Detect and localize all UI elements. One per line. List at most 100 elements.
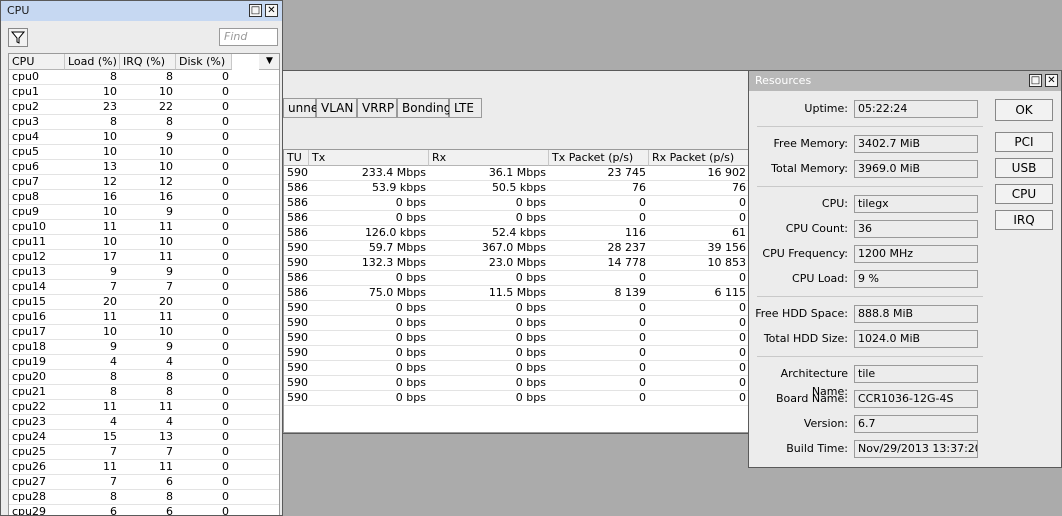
cpu-button[interactable]: CPU <box>995 184 1053 204</box>
table-row[interactable]: 586 126.0 kbps 52.4 kbps 116 61 <box>284 226 748 241</box>
table-cell: 0 <box>739 196 746 209</box>
ok-button[interactable]: OK <box>995 99 1053 121</box>
table-cell: 11 <box>103 460 117 473</box>
table-row[interactable]: cpu3 8 8 0 <box>9 115 279 130</box>
table-row[interactable]: 586 75.0 Mbps 11.5 Mbps 8 139 6 115 <box>284 286 748 301</box>
table-row[interactable]: cpu16 11 11 0 <box>9 310 279 325</box>
tab-vrrp[interactable]: VRRP <box>357 98 397 118</box>
table-row[interactable]: cpu21 8 8 0 <box>9 385 279 400</box>
table-cell: 6 115 <box>714 286 747 299</box>
table-row[interactable]: cpu26 11 11 0 <box>9 460 279 475</box>
column-header[interactable]: Disk (%) <box>176 54 232 70</box>
resources-window-titlebar[interactable]: Resources □ ✕ <box>749 71 1061 91</box>
table-row[interactable]: 590 0 bps 0 bps 0 0 <box>284 331 748 346</box>
table-row[interactable]: 590 0 bps 0 bps 0 0 <box>284 346 748 361</box>
table-row[interactable]: cpu15 20 20 0 <box>9 295 279 310</box>
column-menu-icon[interactable]: ▼ <box>259 54 279 70</box>
table-row[interactable]: cpu27 7 6 0 <box>9 475 279 490</box>
maximize-button[interactable]: □ <box>249 4 262 17</box>
table-row[interactable]: cpu14 7 7 0 <box>9 280 279 295</box>
table-row[interactable]: cpu13 9 9 0 <box>9 265 279 280</box>
table-row[interactable]: cpu19 4 4 0 <box>9 355 279 370</box>
close-button[interactable]: ✕ <box>1045 74 1058 87</box>
table-cell: 10 853 <box>707 256 747 269</box>
table-row[interactable]: 590 0 bps 0 bps 0 0 <box>284 301 748 316</box>
column-header[interactable]: IRQ (%) <box>120 54 176 70</box>
pci-button[interactable]: PCI <box>995 132 1053 152</box>
table-cell: 0 bps <box>395 271 426 284</box>
table-row[interactable]: 586 0 bps 0 bps 0 0 <box>284 271 748 286</box>
table-cell: 20 <box>159 295 173 308</box>
table-cell: 0 bps <box>515 361 546 374</box>
table-cell: 52.4 kbps <box>491 226 546 239</box>
usb-button[interactable]: USB <box>995 158 1053 178</box>
table-cell: 0 bps <box>515 316 546 329</box>
table-cell: 0 bps <box>395 211 426 224</box>
table-cell: 126.0 kbps <box>364 226 426 239</box>
column-header[interactable]: CPU <box>9 54 65 70</box>
filter-button[interactable] <box>8 28 28 47</box>
table-row[interactable]: 586 0 bps 0 bps 0 0 <box>284 196 748 211</box>
tab-unnel[interactable]: unnel <box>283 98 322 118</box>
table-row[interactable]: cpu2 23 22 0 <box>9 100 279 115</box>
table-row[interactable]: 590 0 bps 0 bps 0 0 <box>284 316 748 331</box>
table-row[interactable]: cpu0 8 8 0 <box>9 70 279 85</box>
table-row[interactable]: cpu20 8 8 0 <box>9 370 279 385</box>
field-label: CPU: <box>821 197 848 210</box>
table-row[interactable]: cpu22 11 11 0 <box>9 400 279 415</box>
table-row[interactable]: cpu7 12 12 0 <box>9 175 279 190</box>
table-row[interactable]: cpu24 15 13 0 <box>9 430 279 445</box>
table-cell: 9 <box>110 265 117 278</box>
table-row[interactable]: cpu23 4 4 0 <box>9 415 279 430</box>
table-row[interactable]: 590 132.3 Mbps 23.0 Mbps 14 778 10 853 <box>284 256 748 271</box>
table-row[interactable]: 590 0 bps 0 bps 0 0 <box>284 391 748 406</box>
cpu-window: CPU □ ✕ Find CPU Load (%) IRQ (%) Disk (%) … <box>0 0 283 516</box>
column-header[interactable]: TU <box>284 150 309 166</box>
table-row[interactable]: 590 0 bps 0 bps 0 0 <box>284 376 748 391</box>
find-input[interactable]: Find <box>219 28 278 46</box>
table-row[interactable]: cpu18 9 9 0 <box>9 340 279 355</box>
table-row[interactable]: cpu10 11 11 0 <box>9 220 279 235</box>
table-row[interactable]: cpu11 10 10 0 <box>9 235 279 250</box>
table-row[interactable]: cpu9 10 9 0 <box>9 205 279 220</box>
table-row[interactable]: 590 59.7 Mbps 367.0 Mbps 28 237 39 156 <box>284 241 748 256</box>
tab-lte[interactable]: LTE <box>449 98 482 118</box>
table-cell: 0 bps <box>515 301 546 314</box>
table-cell: 20 <box>103 295 117 308</box>
table-cell: cpu8 <box>12 190 40 203</box>
tab-vlan[interactable]: VLAN <box>316 98 357 118</box>
table-cell: 0 <box>222 70 229 83</box>
column-header[interactable]: Tx <box>309 150 429 166</box>
column-header[interactable]: Rx <box>429 150 549 166</box>
table-row[interactable]: 586 0 bps 0 bps 0 0 <box>284 211 748 226</box>
column-header[interactable]: Rx Packet (p/s) <box>649 150 748 166</box>
tab-bonding[interactable]: Bonding <box>397 98 451 118</box>
close-button[interactable]: ✕ <box>265 4 278 17</box>
table-cell: cpu15 <box>12 295 46 308</box>
table-row[interactable]: cpu6 13 10 0 <box>9 160 279 175</box>
table-row[interactable]: cpu12 17 11 0 <box>9 250 279 265</box>
table-cell: 0 <box>222 490 229 503</box>
field-value: 3402.7 MiB <box>854 135 978 153</box>
table-row[interactable]: cpu29 6 6 0 <box>9 505 279 515</box>
column-header[interactable]: Load (%) <box>65 54 120 70</box>
table-cell: 0 <box>222 370 229 383</box>
maximize-button[interactable]: □ <box>1029 74 1042 87</box>
table-row[interactable]: cpu1 10 10 0 <box>9 85 279 100</box>
table-row[interactable]: 586 53.9 kbps 50.5 kbps 76 76 <box>284 181 748 196</box>
table-row[interactable]: cpu25 7 7 0 <box>9 445 279 460</box>
table-row[interactable]: cpu17 10 10 0 <box>9 325 279 340</box>
table-row[interactable]: cpu4 10 9 0 <box>9 130 279 145</box>
table-row[interactable]: 590 233.4 Mbps 36.1 Mbps 23 745 16 902 <box>284 166 748 181</box>
table-cell: 0 <box>222 85 229 98</box>
column-header[interactable]: Tx Packet (p/s) <box>549 150 649 166</box>
table-row[interactable]: cpu28 8 8 0 <box>9 490 279 505</box>
table-row[interactable]: 590 0 bps 0 bps 0 0 <box>284 361 748 376</box>
table-row[interactable]: cpu8 16 16 0 <box>9 190 279 205</box>
cpu-window-titlebar[interactable]: CPU □ ✕ <box>1 1 282 21</box>
irq-button[interactable]: IRQ <box>995 210 1053 230</box>
table-cell: 590 <box>287 376 308 389</box>
table-row[interactable]: cpu5 10 10 0 <box>9 145 279 160</box>
separator <box>757 186 983 187</box>
table-cell: cpu27 <box>12 475 46 488</box>
